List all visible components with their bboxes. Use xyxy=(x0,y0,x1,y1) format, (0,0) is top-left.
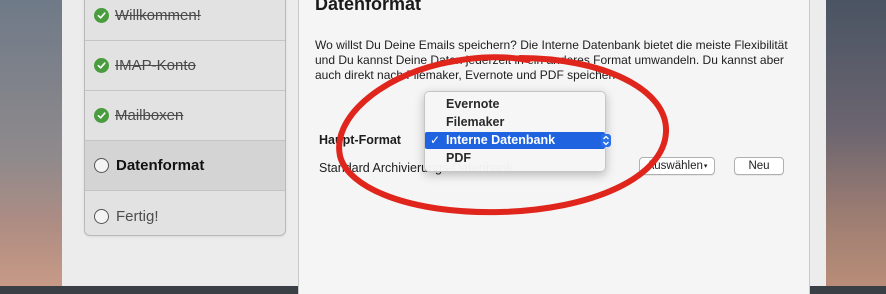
radio-circle-icon xyxy=(94,208,109,224)
wizard-steps-sidebar: Willkommen! IMAP-Konto Mailboxen Datenfo… xyxy=(84,0,286,236)
step-mailboxen[interactable]: Mailboxen xyxy=(85,91,285,141)
select-button-label: Auswählen xyxy=(646,160,703,172)
checkmark-icon xyxy=(94,8,109,23)
popup-arrows-icon xyxy=(601,134,611,147)
checkmark-icon xyxy=(94,58,109,73)
menu-item-evernote[interactable]: Evernote xyxy=(425,96,605,113)
menu-item-filemaker[interactable]: Filemaker xyxy=(425,114,605,131)
checkmark-icon: ✓ xyxy=(430,133,441,147)
new-button-label: Neu xyxy=(748,160,770,172)
step-label: Datenformat xyxy=(116,157,205,174)
new-button[interactable]: Neu xyxy=(734,157,784,175)
menu-item-pdf[interactable]: PDF xyxy=(425,150,605,167)
step-imap-konto[interactable]: IMAP-Konto xyxy=(85,41,285,91)
step-label: Mailboxen xyxy=(115,107,184,124)
description-text: Wo willst Du Deine Emails speichern? Die… xyxy=(315,38,788,82)
desktop-wallpaper-right xyxy=(826,0,886,286)
page-title: Datenformat xyxy=(315,0,422,14)
step-fertig[interactable]: Fertig! xyxy=(85,191,285,241)
radio-circle-icon xyxy=(94,158,109,173)
step-datenformat[interactable]: Datenformat xyxy=(85,141,285,191)
menu-item-interne-datenbank[interactable]: ✓ Interne Datenbank xyxy=(425,132,611,149)
step-label: Fertig! xyxy=(116,207,159,225)
format-dropdown-menu: Evernote Filemaker ✓ Interne Datenbank P… xyxy=(424,91,611,172)
menu-item-label: Filemaker xyxy=(446,115,505,129)
step-willkommen[interactable]: Willkommen! xyxy=(85,0,285,41)
step-label: IMAP-Konto xyxy=(115,57,196,74)
main-format-label: Haupt-Format xyxy=(319,133,401,147)
checkmark-icon xyxy=(94,108,109,123)
menu-item-label: Interne Datenbank xyxy=(446,133,556,147)
step-label: Willkommen! xyxy=(115,7,201,24)
select-button[interactable]: Auswählen▾ xyxy=(639,157,715,175)
desktop-wallpaper-left xyxy=(0,0,62,286)
menu-item-label: Evernote xyxy=(446,97,500,111)
dropdown-arrow-icon: ▾ xyxy=(703,163,708,170)
menu-item-label: PDF xyxy=(446,151,471,165)
